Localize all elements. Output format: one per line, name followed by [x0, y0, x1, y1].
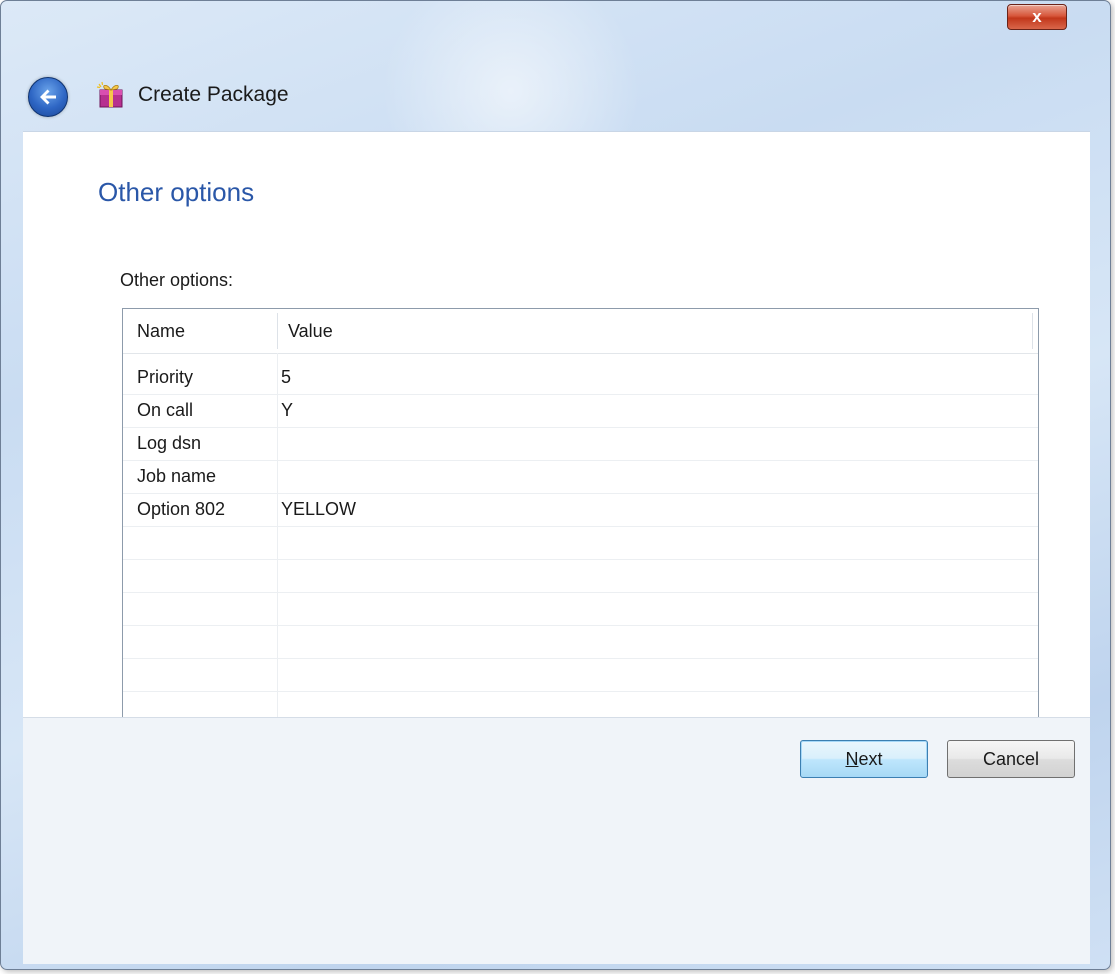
button-bar: Next Cancel — [23, 717, 1090, 964]
column-separator[interactable] — [1032, 313, 1033, 349]
cell-name: On call — [137, 400, 194, 420]
column-separator[interactable] — [277, 313, 278, 349]
options-group-label: Other options: — [120, 270, 234, 290]
table-row[interactable]: Log dsn — [123, 427, 1038, 461]
empty-row — [123, 559, 1038, 593]
cell-name: Log dsn — [137, 433, 202, 453]
empty-row — [123, 658, 1038, 692]
column-header-name[interactable]: Name — [137, 309, 185, 353]
cell-value[interactable]: Y — [281, 394, 293, 427]
cell-name: Option 802 — [137, 499, 226, 519]
next-mnemonic: N — [845, 748, 859, 769]
cell-value[interactable]: 5 — [281, 361, 291, 394]
package-icon — [96, 81, 123, 108]
wizard-window: x Create Package Other options Other opt… — [0, 0, 1111, 970]
table-row[interactable]: Priority 5 — [123, 361, 1038, 395]
back-arrow-icon — [40, 89, 56, 105]
empty-row — [123, 526, 1038, 560]
table-header: Name Value — [123, 309, 1038, 354]
empty-row — [123, 592, 1038, 626]
cancel-button[interactable]: Cancel — [947, 740, 1075, 778]
empty-row — [123, 625, 1038, 659]
cell-name: Priority — [137, 367, 194, 387]
next-button[interactable]: Next — [800, 740, 928, 778]
table-row[interactable]: Option 802 YELLOW — [123, 493, 1038, 527]
next-label-rest: ext — [858, 748, 883, 769]
cell-value[interactable]: YELLOW — [281, 493, 356, 526]
back-button[interactable] — [28, 77, 68, 117]
wizard-content: Other options Other options: Name Value … — [23, 131, 1090, 824]
cell-name: Job name — [137, 466, 217, 486]
column-header-value[interactable]: Value — [288, 309, 333, 353]
page-title: Other options — [98, 177, 255, 207]
table-row[interactable]: On call Y — [123, 394, 1038, 428]
close-icon: x — [1032, 7, 1042, 26]
close-button[interactable]: x — [1007, 4, 1067, 30]
table-row[interactable]: Job name — [123, 460, 1038, 494]
wizard-title: Create Package — [138, 83, 289, 106]
